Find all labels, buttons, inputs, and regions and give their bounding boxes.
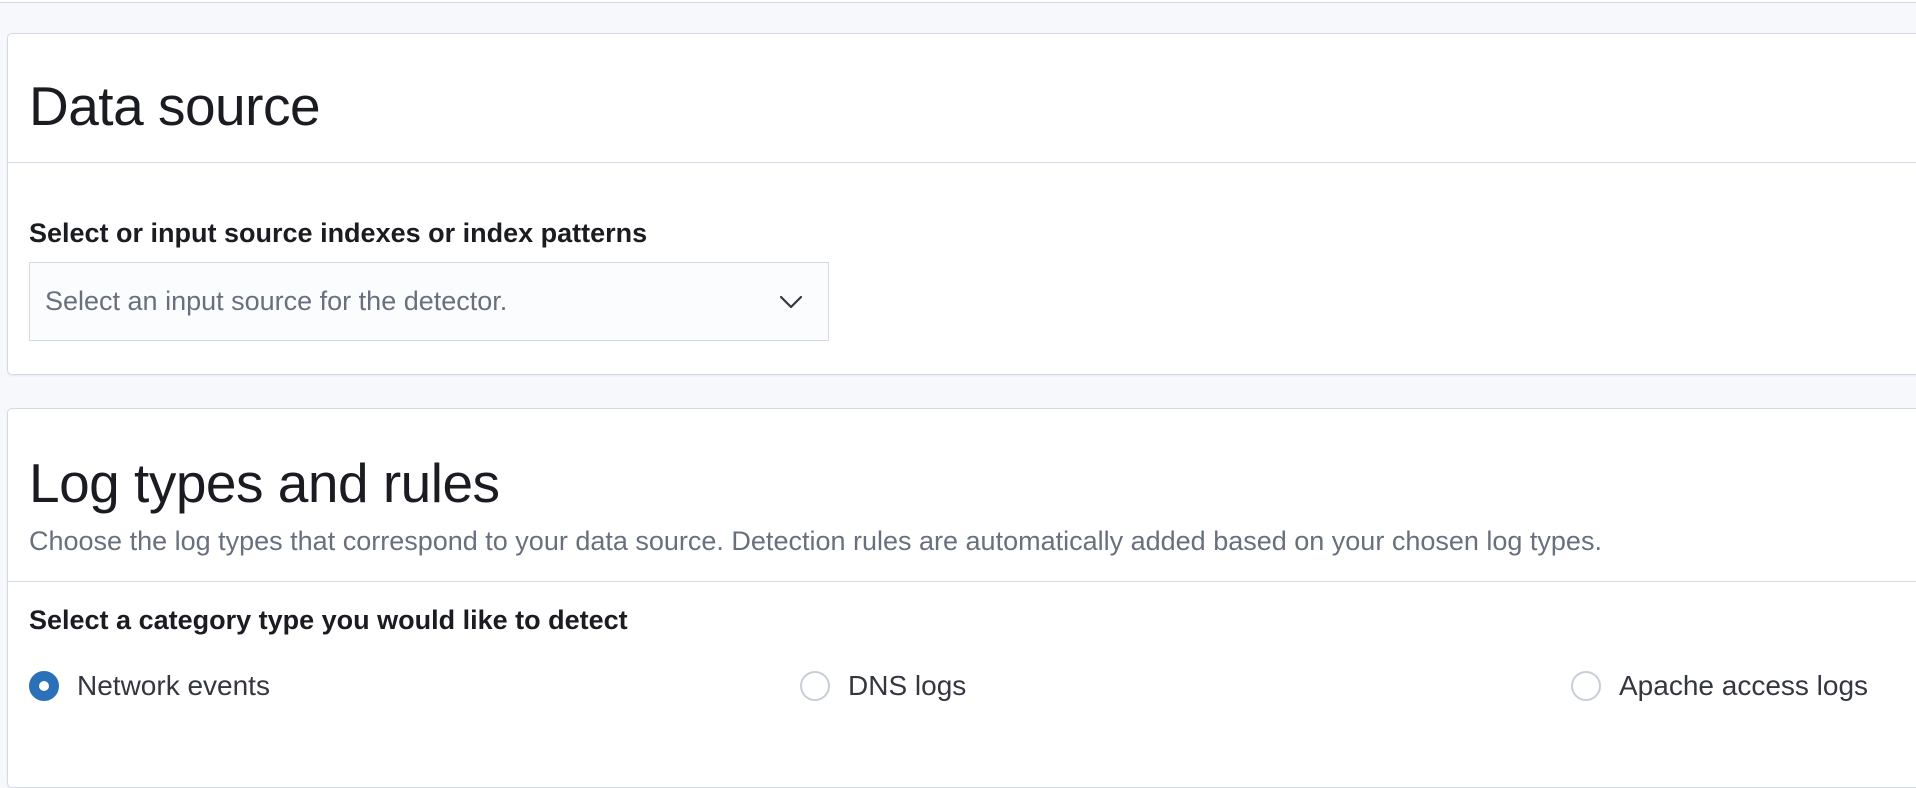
category-label: Select a category type you would like to… (29, 605, 628, 635)
log-types-divider (8, 581, 1916, 582)
radio-button-unchecked[interactable] (1571, 671, 1601, 701)
radio-label-apache-access-logs[interactable]: Apache access logs (1619, 672, 1868, 700)
data-source-title: Data source (29, 75, 321, 137)
radio-label-dns-logs[interactable]: DNS logs (848, 672, 966, 700)
log-types-title: Log types and rules (29, 452, 500, 514)
index-select-placeholder: Select an input source for the detector. (45, 286, 508, 316)
radio-label-network-events[interactable]: Network events (77, 672, 270, 700)
radio-dns-logs[interactable]: DNS logs (800, 671, 966, 701)
log-types-panel: Log types and rules Choose the log types… (7, 408, 1916, 788)
log-types-description: Choose the log types that correspond to … (29, 526, 1602, 556)
data-source-panel: Data source Select or input source index… (7, 33, 1916, 375)
radio-apache-access-logs[interactable]: Apache access logs (1571, 671, 1868, 701)
radio-button-unchecked[interactable] (800, 671, 830, 701)
radio-network-events[interactable]: Network events (29, 671, 270, 701)
previous-panel-edge (0, 0, 1916, 3)
index-select-label: Select or input source indexes or index … (29, 218, 648, 248)
chevron-down-icon[interactable] (778, 289, 804, 315)
data-source-divider (8, 162, 1916, 163)
index-select-combobox[interactable]: Select an input source for the detector. (29, 262, 829, 341)
radio-button-checked[interactable] (29, 671, 59, 701)
